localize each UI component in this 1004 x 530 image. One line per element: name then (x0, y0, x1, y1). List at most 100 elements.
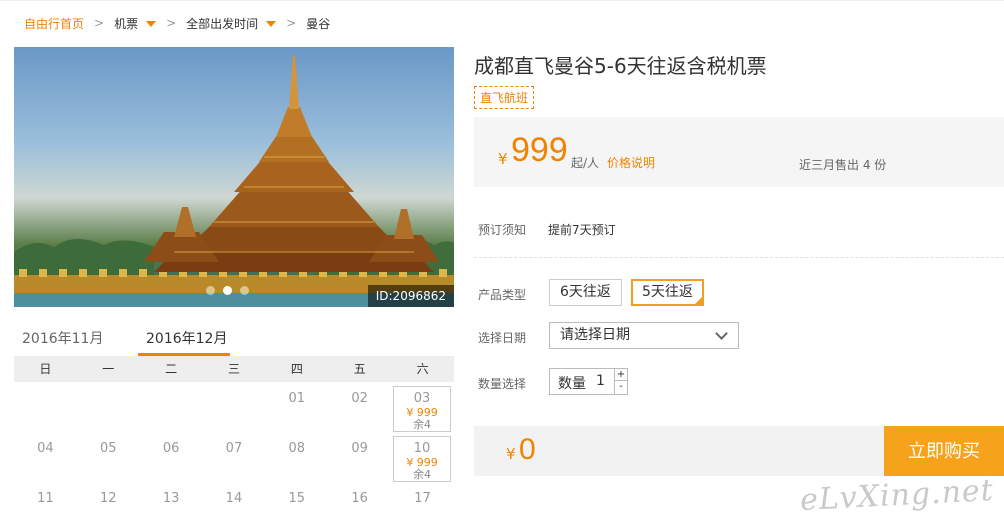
carousel-dot[interactable] (206, 286, 215, 295)
calendar-day[interactable]: 14 (203, 484, 266, 530)
weekday-label: 二 (165, 362, 178, 376)
quantity-minus-button[interactable]: - (615, 381, 627, 393)
day-remaining: 余4 (413, 468, 432, 481)
total-panel: ¥ 0 (474, 426, 884, 476)
calendar-day[interactable]: 01 (265, 384, 328, 434)
calendar-day[interactable]: 12 (77, 484, 140, 530)
breadcrumb-home-link[interactable]: 自由行首页 (24, 15, 84, 32)
day-number: 11 (37, 491, 54, 506)
calendar-day[interactable]: 16 (328, 484, 391, 530)
calendar-day[interactable]: 15 (265, 484, 328, 530)
breadcrumb-separator: > (166, 16, 177, 30)
breadcrumb-separator: > (94, 16, 105, 30)
price-currency: ¥ (498, 150, 508, 168)
price-value: 999 (511, 131, 568, 169)
calendar-day-priced[interactable]: 03 ¥ 999 余4 (393, 386, 452, 432)
buy-now-button[interactable]: 立即购买 (884, 426, 1004, 476)
weekday-label: 一 (102, 362, 115, 376)
day-number: 02 (351, 391, 368, 406)
calendar-day[interactable]: 08 (265, 434, 328, 484)
calendar-day[interactable]: 05 (77, 434, 140, 484)
caret-down-icon (266, 21, 277, 27)
chevron-down-icon (715, 327, 728, 340)
total-value: 0 (519, 433, 536, 466)
watermark-logo: eLvXing.net (799, 472, 995, 519)
weekday-label: 五 (353, 362, 366, 376)
calendar-day (203, 384, 266, 434)
quantity-buttons: + - (614, 369, 627, 394)
day-number: 16 (351, 491, 368, 506)
sold-count: 近三月售出 4 份 (799, 158, 887, 172)
day-number: 13 (162, 491, 180, 506)
divider (474, 257, 1004, 258)
photo-id-label: ID:2096862 (367, 285, 454, 307)
breadcrumb: 自由行首页 > 机票 > 全部出发时间 > 曼谷 (24, 14, 330, 32)
calendar-day[interactable]: 04 (14, 434, 77, 484)
quantity-input[interactable]: 1 (596, 373, 605, 389)
breadcrumb-time-label: 全部出发时间 (186, 16, 259, 31)
price-explanation-link[interactable]: 价格说明 (607, 154, 655, 171)
tab-month-dec[interactable]: 2016年12月 (146, 328, 227, 348)
quantity-stepper[interactable]: 数量 1 + - (549, 368, 628, 395)
date-select[interactable]: 请选择日期 (549, 322, 739, 349)
price-unit: 起/人 (571, 156, 600, 170)
date-label: 选择日期 (478, 331, 527, 345)
day-number: 01 (288, 391, 306, 406)
day-number: 10 (413, 441, 431, 456)
calendar-day[interactable]: 02 (328, 384, 391, 434)
temple-illustration (14, 55, 454, 307)
day-number: 06 (162, 441, 180, 456)
calendar-day-priced[interactable]: 10 ¥ 999 余4 (393, 436, 452, 482)
product-photo[interactable]: ID:2096862 (14, 47, 454, 307)
weekday-label: 六 (416, 362, 429, 376)
day-remaining: 余4 (413, 418, 432, 431)
breadcrumb-city: 曼谷 (306, 16, 331, 31)
calendar-day (140, 384, 203, 434)
calendar-week-row: 01 02 03 ¥ 999 余4 (14, 384, 454, 434)
day-number: 17 (414, 491, 431, 506)
calendar-day[interactable]: 11 (14, 484, 77, 530)
day-number: 15 (288, 491, 306, 506)
option-6-day-button[interactable]: 6天往返 (549, 279, 622, 306)
day-number: 09 (351, 441, 368, 456)
weekday-label: 三 (228, 362, 241, 376)
day-number: 08 (288, 441, 306, 456)
calendar-day[interactable]: 07 (203, 434, 266, 484)
day-number: 03 (413, 391, 431, 406)
carousel-dot[interactable] (240, 286, 249, 295)
day-number: 14 (225, 491, 243, 506)
product-type-label: 产品类型 (478, 288, 527, 302)
breadcrumb-flight-dropdown[interactable]: 机票 (114, 15, 157, 32)
breadcrumb-separator: > (286, 16, 297, 30)
day-number: 12 (99, 491, 117, 506)
notice-value: 提前7天预订 (548, 223, 616, 237)
quantity-plus-button[interactable]: + (615, 369, 627, 381)
day-number: 07 (225, 441, 243, 456)
calendar-grid: 01 02 03 ¥ 999 余4 04 05 06 07 08 09 10 ¥ 999 余4 11 12 13… (14, 384, 454, 530)
quantity-label: 数量选择 (478, 377, 527, 391)
quantity-field-label: 数量 (558, 376, 586, 392)
calendar-day[interactable]: 06 (140, 434, 203, 484)
weekday-label: 日 (39, 362, 52, 376)
calendar-week-row: 04 05 06 07 08 09 10 ¥ 999 余4 (14, 434, 454, 484)
option-5-day-button[interactable]: 5天往返 (631, 279, 704, 306)
product-title: 成都直飞曼谷5-6天往返含税机票 (474, 54, 767, 78)
price-panel: ¥ 999 起/人 价格说明 近三月售出 4 份 (474, 117, 1004, 187)
day-number: 05 (99, 441, 117, 456)
calendar-day[interactable]: 17 (391, 484, 454, 530)
calendar-day[interactable]: 09 (328, 434, 391, 484)
calendar-day[interactable]: 13 (140, 484, 203, 530)
day-number: 04 (37, 441, 54, 456)
tab-month-nov[interactable]: 2016年11月 (22, 328, 103, 348)
calendar-month-tabs: 2016年11月 2016年12月 (14, 320, 454, 356)
breadcrumb-time-dropdown[interactable]: 全部出发时间 (186, 15, 277, 32)
weekday-label: 四 (290, 362, 303, 376)
carousel-dot-active[interactable] (223, 286, 232, 295)
total-currency: ¥ (506, 445, 516, 463)
top-rule (0, 0, 1004, 1)
notice-label: 预订须知 (478, 223, 527, 237)
calendar-day (14, 384, 77, 434)
breadcrumb-flight-label: 机票 (114, 16, 139, 31)
carousel-dots (206, 286, 249, 295)
date-select-value: 请选择日期 (560, 327, 630, 343)
